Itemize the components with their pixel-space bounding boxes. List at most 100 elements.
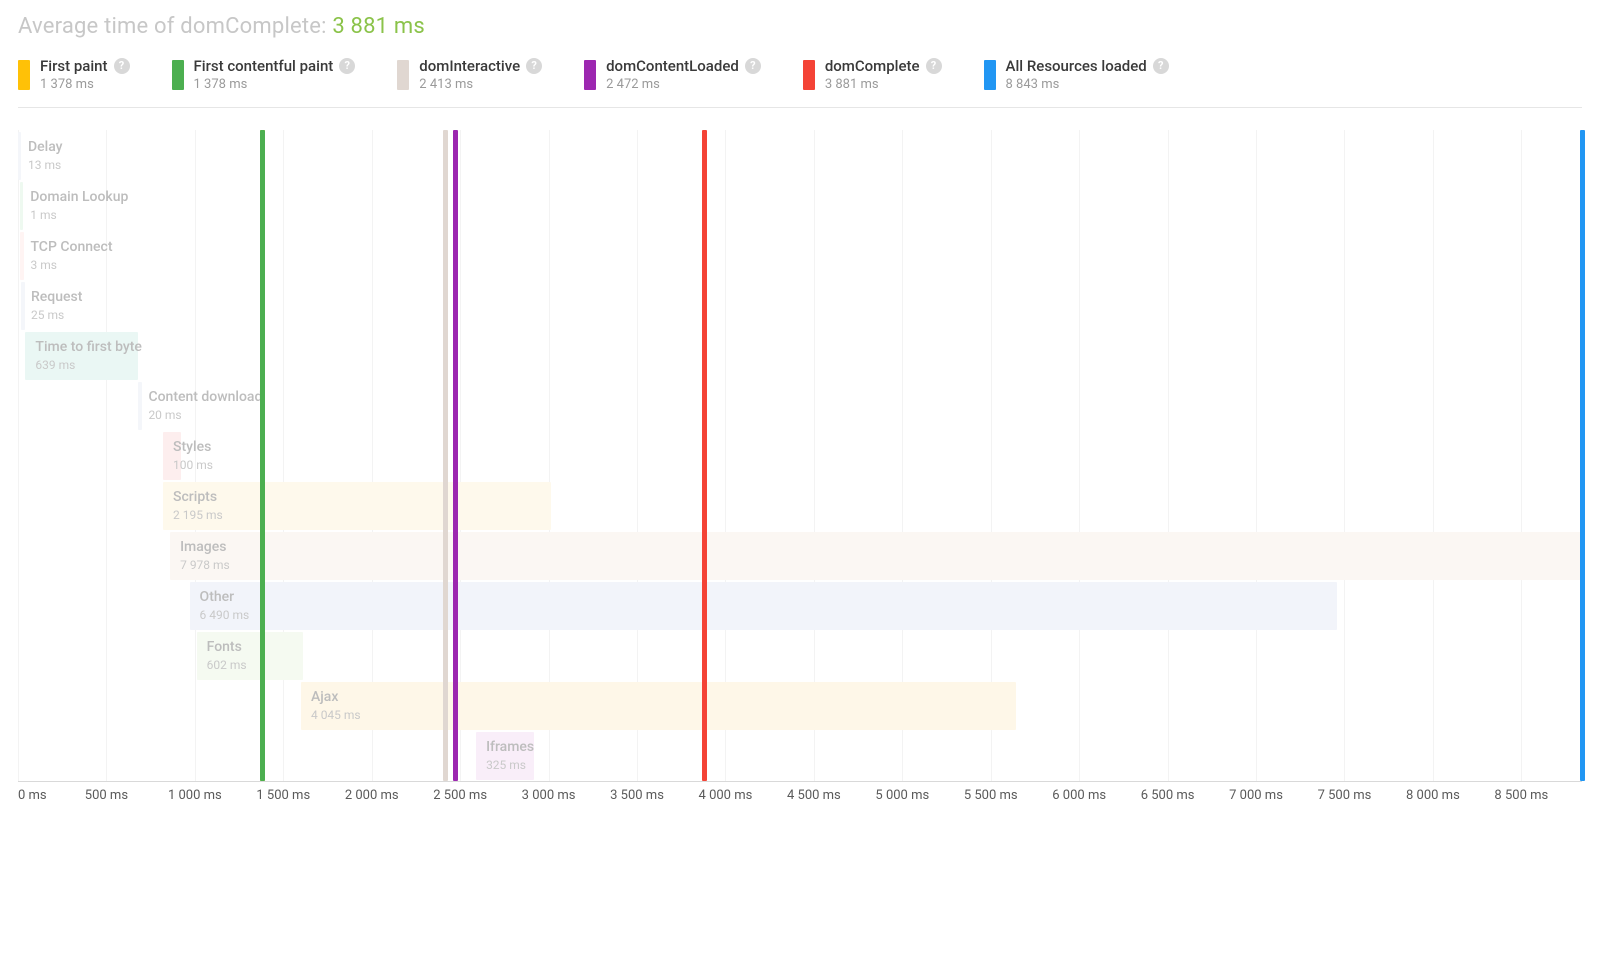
waterfall-bar[interactable]: Time to first byte639 ms [25,332,138,380]
axis-tick: 3 000 ms [522,788,576,803]
title-value: 3 881 ms [332,14,425,39]
legend-value: 1 378 ms [40,77,130,93]
legend-swatch [584,60,596,90]
legend-label-text: domComplete [825,57,920,75]
bar-label: Images [180,539,226,555]
legend-label-text: All Resources loaded [1006,57,1147,75]
legend-label-text: domInteractive [419,57,520,75]
bar-value: 25 ms [31,308,64,322]
waterfall-bar[interactable]: Domain Lookup1 ms [20,182,23,230]
axis-tick: 7 500 ms [1318,788,1372,803]
timeline: Delay13 msDomain Lookup1 msTCP Connect3 … [18,130,1582,782]
waterfall-bar[interactable]: Other 6 490 ms [190,582,1338,630]
help-icon[interactable]: ? [526,58,542,74]
axis-tick: 8 000 ms [1406,788,1460,803]
page-root: Average time of domComplete: 3 881 ms Fi… [0,0,1600,810]
legend-text: All Resources loaded? 8 843 ms [1006,57,1169,93]
legend-label: domContentLoaded? [606,57,761,75]
legend-item[interactable]: domInteractive? 2 413 ms [397,57,542,93]
marker-line[interactable] [702,130,707,781]
waterfall-bar[interactable]: Delay13 ms [18,132,21,180]
bar-value: 2 195 ms [173,508,223,522]
marker-line[interactable] [443,130,448,781]
legend-text: domComplete? 3 881 ms [825,57,942,93]
grid-line [1168,130,1169,781]
help-icon[interactable]: ? [114,58,130,74]
legend-label: domInteractive? [419,57,542,75]
marker-line[interactable] [453,130,458,781]
waterfall-bar[interactable]: Images 7 978 ms [170,532,1581,580]
grid-line [1433,130,1434,781]
legend-item[interactable]: domComplete? 3 881 ms [803,57,942,93]
waterfall-bar[interactable]: Scripts 2 195 ms [163,482,551,530]
bar-label: Styles [173,439,211,455]
legend-text: domInteractive? 2 413 ms [419,57,542,93]
axis-tick: 7 000 ms [1229,788,1283,803]
page-title: Average time of domComplete: 3 881 ms [18,14,1582,39]
legend-label-text: First paint [40,57,108,75]
axis-tick: 4 000 ms [699,788,753,803]
legend-label: First paint? [40,57,130,75]
bar-value: 6 490 ms [200,608,250,622]
legend-value: 2 413 ms [419,77,542,93]
grid-line [195,130,196,781]
legend-label-text: First contentful paint [194,57,334,75]
legend-item[interactable]: domContentLoaded?2 472 ms [584,57,761,93]
legend-swatch [172,60,184,90]
legend-label: All Resources loaded? [1006,57,1169,75]
waterfall-bar[interactable]: Styles100 ms [163,432,181,480]
bar-value: 20 ms [148,408,181,422]
bar-value: 7 978 ms [180,558,230,572]
axis-tick: 2 500 ms [433,788,487,803]
marker-line[interactable] [260,130,265,781]
waterfall-bar[interactable]: Content download20 ms [138,382,142,430]
legend-swatch [397,60,409,90]
bar-value: 325 ms [486,758,526,772]
chart-area: Delay13 msDomain Lookup1 msTCP Connect3 … [18,130,1582,810]
marker-line[interactable] [1580,130,1585,781]
bar-label: Scripts [173,489,217,505]
waterfall-bar[interactable]: TCP Connect3 ms [20,232,23,280]
grid-line [1256,130,1257,781]
bar-value: 13 ms [28,158,61,172]
waterfall-bar[interactable]: Request25 ms [21,282,25,330]
axis-tick: 1 500 ms [256,788,310,803]
axis-tick: 4 500 ms [787,788,841,803]
legend-text: domContentLoaded?2 472 ms [606,57,761,93]
bar-value: 4 045 ms [311,708,361,722]
bar-label: Domain Lookup [30,189,128,205]
axis-tick: 5 500 ms [964,788,1018,803]
legend-item[interactable]: First paint? 1 378 ms [18,57,130,93]
bar-label: Fonts [207,639,242,655]
axis-tick: 1 000 ms [168,788,222,803]
legend-item[interactable]: All Resources loaded? 8 843 ms [984,57,1169,93]
legend-value: 8 843 ms [1006,77,1169,93]
axis-tick: 500 ms [85,788,128,803]
legend-item[interactable]: First contentful paint? 1 378 ms [172,57,356,93]
legend-value: 1 378 ms [194,77,356,93]
waterfall-bar[interactable]: Fonts 602 ms [197,632,303,680]
waterfall-bar[interactable]: Iframes325 ms [476,732,533,780]
bar-value: 3 ms [30,258,56,272]
grid-line [1344,130,1345,781]
grid-line [1521,130,1522,781]
bar-value: 1 ms [30,208,56,222]
bar-value: 602 ms [207,658,247,672]
bar-label: Other [200,589,235,605]
help-icon[interactable]: ? [1153,58,1169,74]
help-icon[interactable]: ? [926,58,942,74]
waterfall-bar[interactable]: Ajax4 045 ms [301,682,1016,730]
grid-line [18,130,19,781]
legend-text: First contentful paint? 1 378 ms [194,57,356,93]
legend-label: First contentful paint? [194,57,356,75]
bar-value: 100 ms [173,458,213,472]
x-axis: 0 ms500 ms1 000 ms1 500 ms2 000 ms2 500 … [18,788,1582,810]
help-icon[interactable]: ? [339,58,355,74]
axis-tick: 3 500 ms [610,788,664,803]
legend-value: 3 881 ms [825,77,942,93]
title-prefix: Average time of domComplete: [18,14,332,39]
axis-tick: 6 000 ms [1052,788,1106,803]
legend-text: First paint? 1 378 ms [40,57,130,93]
help-icon[interactable]: ? [745,58,761,74]
legend: First paint?1 378 msFirst contentful pai… [18,57,1582,108]
